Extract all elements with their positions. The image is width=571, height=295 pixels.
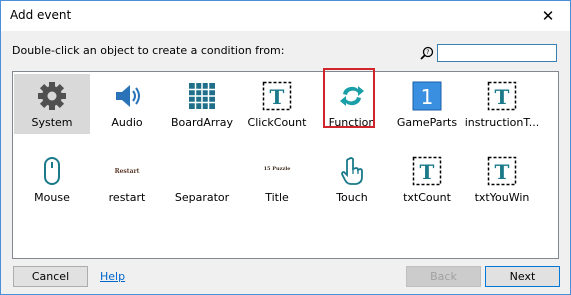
svg-text:1: 1	[421, 85, 434, 109]
text-object-icon: T	[487, 81, 517, 111]
cancel-label: Cancel	[31, 270, 70, 283]
svg-text:T: T	[270, 85, 285, 109]
object-label: txtCount	[403, 191, 451, 204]
object-label: ClickCount	[247, 116, 307, 129]
object-label: instructionT...	[464, 116, 540, 129]
object-boardarray[interactable]: BoardArray	[164, 74, 240, 134]
object-label: txtYouWin	[474, 191, 530, 204]
svg-text:T: T	[495, 160, 510, 184]
object-system[interactable]: System	[14, 74, 90, 134]
object-gameparts[interactable]: 1 GameParts	[389, 74, 465, 134]
object-txtcount[interactable]: T txtCount	[389, 149, 465, 209]
back-button[interactable]: Back	[406, 266, 481, 287]
svg-text:Restart: Restart	[115, 168, 140, 175]
search-input[interactable]	[437, 44, 557, 62]
close-icon: ✕	[541, 7, 555, 25]
title-bar: Add event ✕	[1, 1, 570, 31]
object-restart[interactable]: Restart restart	[89, 149, 165, 209]
grid-icon	[189, 83, 215, 109]
cancel-button[interactable]: Cancel	[13, 266, 88, 287]
object-separator[interactable]: Separator	[164, 149, 240, 209]
object-clickcount[interactable]: T ClickCount	[239, 74, 315, 134]
add-event-dialog: Add event ✕ Double-click an object to cr…	[0, 0, 571, 295]
object-title[interactable]: 15 Puzzle Title	[239, 149, 315, 209]
sprite-restart-icon: Restart	[115, 168, 140, 175]
object-label: restart	[108, 191, 146, 204]
blank-sprite-icon	[186, 155, 218, 187]
text-object-icon: T	[262, 81, 292, 111]
close-button[interactable]: ✕	[526, 1, 570, 31]
object-instructiontext[interactable]: T instructionT...	[464, 74, 540, 134]
object-label: Separator	[174, 191, 230, 204]
help-link[interactable]: Help	[100, 270, 125, 283]
object-label: Title	[265, 191, 289, 204]
back-label: Back	[430, 270, 457, 283]
speaker-icon	[116, 85, 140, 107]
object-label: Touch	[336, 191, 368, 204]
touch-hand-icon	[341, 157, 363, 185]
function-highlight-box	[323, 68, 375, 128]
instruction-text: Double-click an object to create a condi…	[12, 44, 285, 57]
object-label: Audio	[111, 116, 143, 129]
svg-text:?: ?	[426, 49, 429, 56]
object-mouse[interactable]: Mouse	[14, 149, 90, 209]
window-title: Add event	[10, 8, 72, 22]
number-one-icon: 1	[412, 81, 442, 111]
svg-text:T: T	[495, 85, 510, 109]
svg-text:15 Puzzle: 15 Puzzle	[264, 166, 291, 172]
object-label: System	[31, 116, 73, 129]
text-object-icon: T	[487, 156, 517, 186]
next-button[interactable]: Next	[485, 266, 560, 287]
search-icon: ?	[420, 46, 434, 60]
object-label: Mouse	[34, 191, 70, 204]
svg-text:T: T	[420, 160, 435, 184]
object-txtyouwin[interactable]: T txtYouWin	[464, 149, 540, 209]
mouse-icon	[44, 157, 60, 185]
object-audio[interactable]: Audio	[89, 74, 165, 134]
object-touch[interactable]: Touch	[314, 149, 390, 209]
next-label: Next	[509, 270, 536, 283]
object-list: System Audio BoardArray T ClickCount Fun…	[12, 71, 559, 259]
gear-icon	[38, 82, 66, 110]
object-label: GameParts	[396, 116, 458, 129]
object-label: BoardArray	[171, 116, 233, 129]
sprite-title-icon: 15 Puzzle	[264, 166, 291, 172]
text-object-icon: T	[412, 156, 442, 186]
